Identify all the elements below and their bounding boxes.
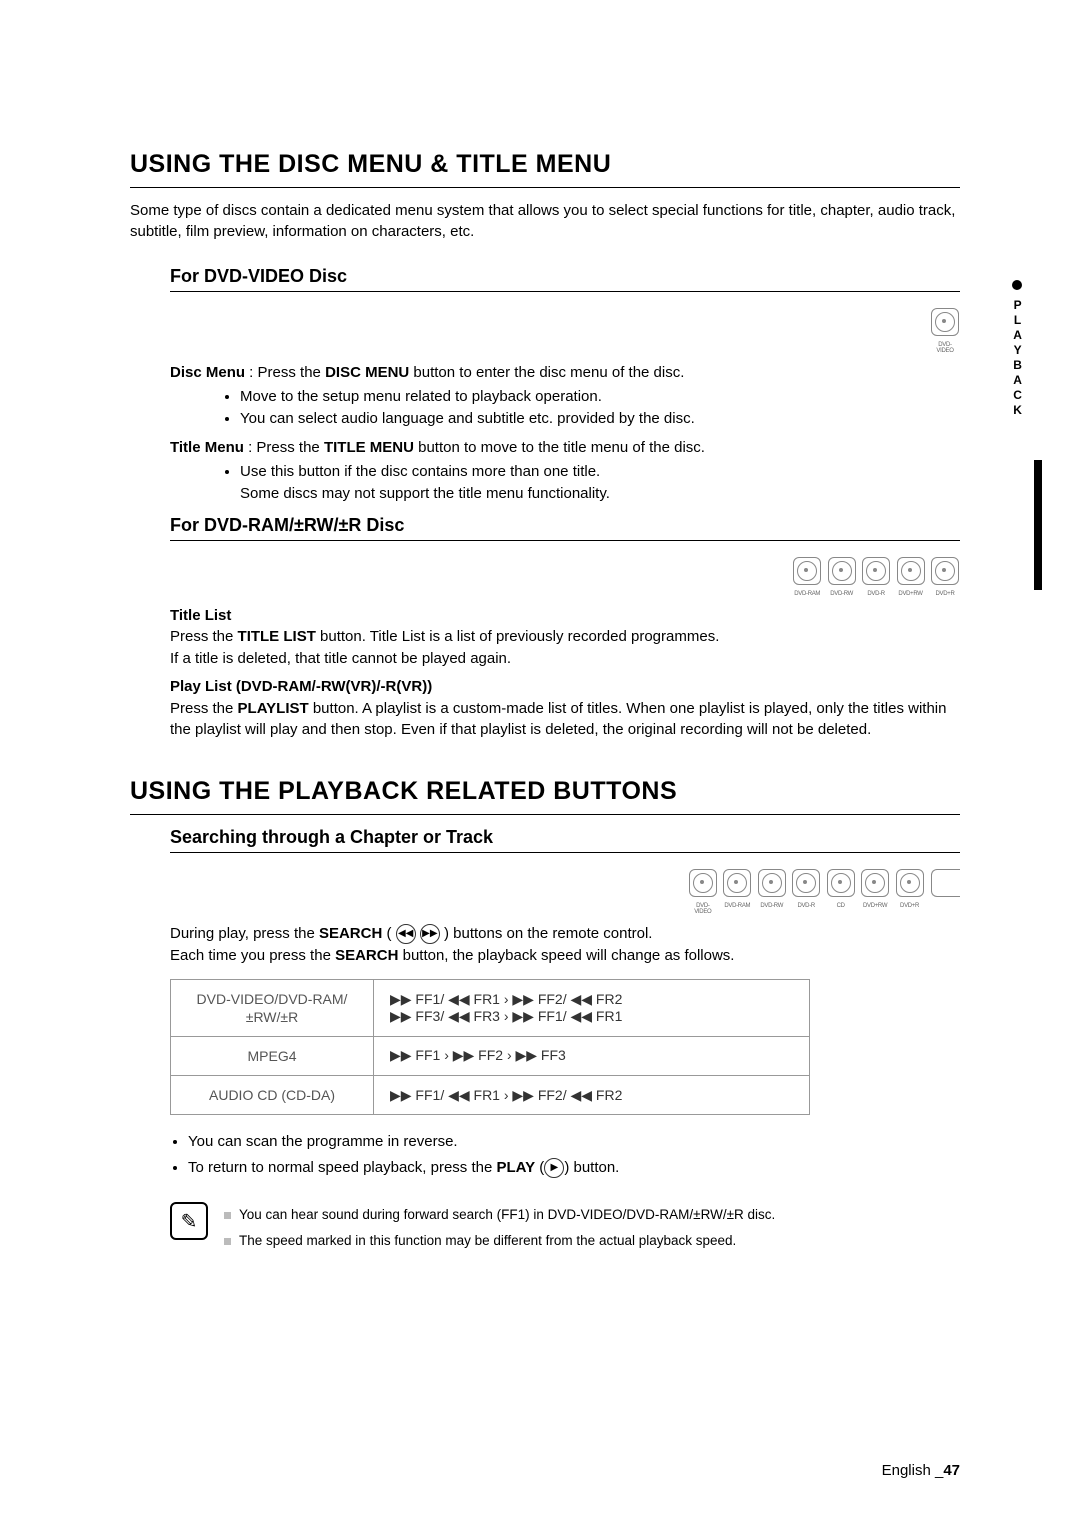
page-footer: English _47 [882,1462,960,1479]
disc-icon: DVD-R [862,557,890,597]
list-item: Move to the setup menu related to playba… [240,386,960,408]
disc-icon: DVD-VIDEO [931,308,959,354]
subheading-dvd-ram: For DVD-RAM/±RW/±R Disc [170,515,960,536]
note-icon: ✎ [170,1202,208,1240]
divider [170,291,960,292]
disc-menu-label: Disc Menu [170,364,245,381]
speed-table: DVD-VIDEO/DVD-RAM/±RW/±R ▶▶ FF1/ ◀◀ FR1 … [170,979,810,1116]
divider [130,187,960,188]
disc-icon: DVD-RW [828,557,856,597]
list-item: To return to normal speed playback, pres… [188,1155,960,1181]
divx-icon [931,869,960,897]
bullet-icon [224,1212,231,1219]
disc-icon: DVD-VIDEO [689,869,717,915]
table-row: MPEG4 ▶▶ FF1 › ▶▶ FF2 › ▶▶ FF3 [171,1036,810,1075]
dvd-ram-body: Title List Press the TITLE LIST button. … [170,605,960,742]
subheading-dvd-video: For DVD-VIDEO Disc [170,266,960,287]
info-note-box: ✎ You can hear sound during forward sear… [170,1202,960,1253]
play-list-label: Play List (DVD-RAM/-RW(VR)/-R(VR)) [170,676,960,698]
table-row: DVD-VIDEO/DVD-RAM/±RW/±R ▶▶ FF1/ ◀◀ FR1 … [171,979,810,1036]
divider [170,852,960,853]
subheading-searching: Searching through a Chapter or Track [170,827,960,848]
section-disc-menu-intro: Some type of discs contain a dedicated m… [130,200,960,242]
table-row: AUDIO CD (CD-DA) ▶▶ FF1/ ◀◀ FR1 › ▶▶ FF2… [171,1076,810,1115]
dvd-video-body: Disc Menu : Press the DISC MENU button t… [170,362,960,505]
disc-icon: DVD+R [896,869,924,909]
searching-body: During play, press the SEARCH ( ◀◀ ▶▶ ) … [170,923,960,967]
list-item: You can scan the programme in reverse. [188,1129,960,1155]
section-disc-menu-title: USING THE DISC MENU & TITLE MENU [130,150,960,179]
list-item: You can select audio language and subtit… [240,408,960,430]
disc-icon: CD [827,869,855,909]
disc-icon: DVD-R [792,869,820,909]
search-notes: You can scan the programme in reverse. T… [170,1129,960,1180]
section-playback-buttons-title: USING THE PLAYBACK RELATED BUTTONS [130,777,960,806]
bullet-icon [224,1238,231,1245]
disc-icon: DVD+RW [897,557,925,597]
play-icon: ▶ [544,1158,564,1178]
disc-icon: DVD-RAM [723,869,751,909]
rewind-icon: ◀◀ [396,924,416,944]
disc-icon: DVD-RW [758,869,786,909]
title-menu-label: Title Menu [170,439,244,456]
disc-compat-icons: DVD-VIDEO DVD-RAM DVD-RW DVD-R CD DVD+RW… [170,869,960,915]
disc-icon: DVD+R [931,557,959,597]
divider [170,540,960,541]
disc-icon: DVD+RW [861,869,889,909]
title-list-label: Title List [170,605,960,627]
list-item: Use this button if the disc contains mor… [240,461,960,505]
disc-compat-icons: DVD-RAM DVD-RW DVD-R DVD+RW DVD+R [170,557,960,597]
disc-compat-icons: DVD-VIDEO [170,308,960,354]
fastforward-icon: ▶▶ [420,924,440,944]
disc-icon: DVD-RAM [793,557,821,597]
note-items: You can hear sound during forward search… [224,1202,775,1253]
divider [130,814,960,815]
